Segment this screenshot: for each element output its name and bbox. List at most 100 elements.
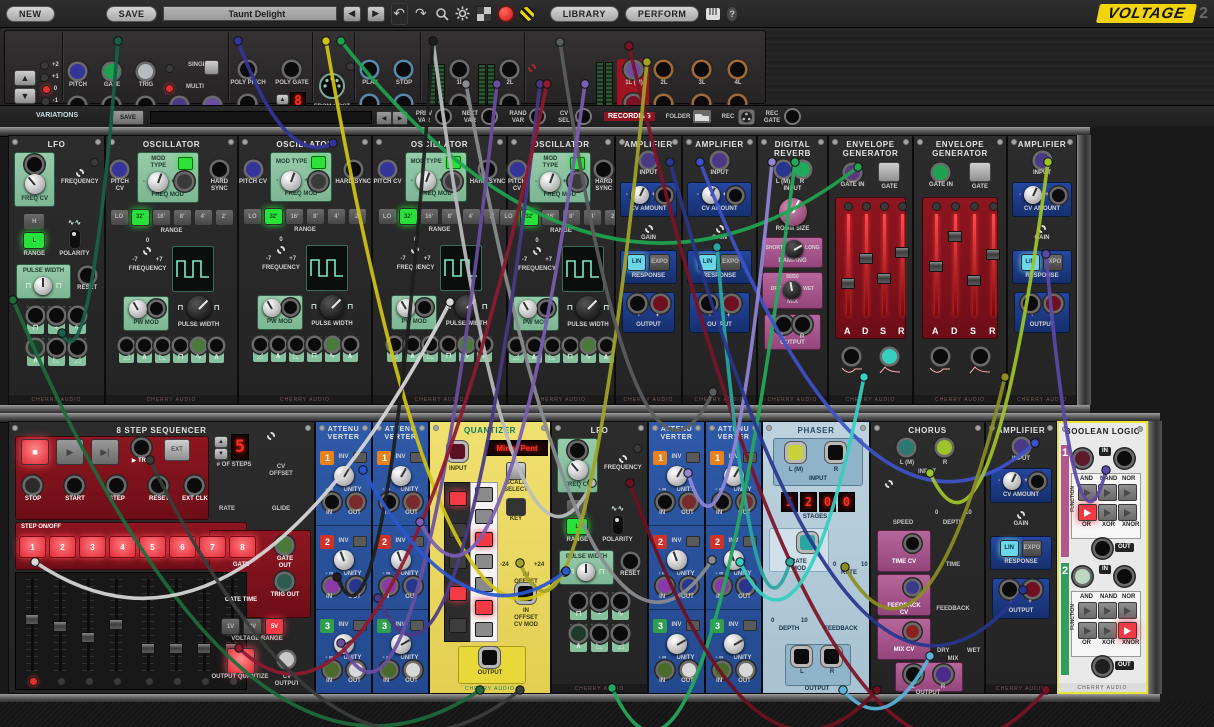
range-4-button[interactable]: 4' <box>327 208 346 225</box>
range-32-button[interactable]: 32' <box>131 209 150 226</box>
freq-mod-knob[interactable] <box>281 171 301 191</box>
damping-knob[interactable] <box>785 240 803 258</box>
prev-var-jack[interactable] <box>437 110 450 123</box>
pw-mod-knob[interactable] <box>263 299 281 317</box>
bool1-in-a-jack[interactable] <box>1075 451 1090 466</box>
seq-stop-button[interactable]: ■ <box>21 439 49 465</box>
range-l-button[interactable]: L <box>566 518 588 535</box>
key-button-asharp[interactable] <box>449 618 467 633</box>
gain-knob[interactable] <box>645 225 653 233</box>
frequency-knob[interactable] <box>411 246 419 254</box>
in-2l-jack[interactable] <box>502 62 517 77</box>
phaser-output-r-jack[interactable] <box>824 649 839 664</box>
patch-name-field[interactable]: Taunt Delight <box>163 6 336 21</box>
key-button[interactable] <box>506 498 526 516</box>
lin-button[interactable]: LIN <box>1000 540 1019 557</box>
range-lo-button[interactable]: LO <box>110 209 129 226</box>
frequency-knob[interactable] <box>76 169 84 177</box>
key-button-gsharp[interactable] <box>449 586 467 601</box>
range-4-button[interactable]: 4' <box>462 208 481 225</box>
key-button-fsharp[interactable] <box>449 554 467 569</box>
range-16-button[interactable]: 16' <box>285 208 304 225</box>
sine-out-jack[interactable]: ∿ <box>69 306 86 334</box>
triangle-out-jack[interactable]: ∧ <box>405 336 420 362</box>
key-button-b[interactable] <box>475 622 493 637</box>
att-in-jack[interactable] <box>715 579 729 593</box>
pitch-cv-jack[interactable] <box>510 162 525 177</box>
or-button[interactable] <box>1078 622 1097 639</box>
range-16-button[interactable]: 16' <box>152 209 171 226</box>
main-2l-jack[interactable] <box>656 62 671 77</box>
mix-cv-jack[interactable] <box>906 625 919 638</box>
zoom-icon[interactable] <box>434 4 449 24</box>
trig-jack[interactable] <box>138 64 153 79</box>
cv-amount-jack[interactable] <box>1052 189 1065 202</box>
rand-var-jack[interactable] <box>531 110 544 123</box>
main-4l-jack[interactable] <box>730 62 745 77</box>
sustain-slider[interactable] <box>968 214 980 316</box>
seq-slider-2[interactable] <box>54 579 66 671</box>
steps-down-button[interactable]: ▼ <box>214 448 228 460</box>
cv-amount-knob[interactable] <box>702 186 720 204</box>
gain-knob[interactable] <box>716 225 724 233</box>
random-out-jack[interactable]: ⌁ <box>48 306 65 334</box>
attenuverter-knob[interactable] <box>724 550 744 570</box>
amp-input-jack[interactable] <box>641 153 656 168</box>
attack-slider[interactable] <box>842 214 854 316</box>
freq-cv-jack[interactable] <box>27 157 42 172</box>
att-out-jack[interactable] <box>739 579 753 593</box>
sine-out-jack[interactable]: ∿ <box>581 337 596 363</box>
new-button[interactable]: NEW <box>6 6 55 22</box>
hard-sync-jack[interactable] <box>480 162 495 177</box>
step-button-6[interactable]: 6 <box>169 536 196 558</box>
pitch-jack[interactable] <box>70 64 85 79</box>
cv-amount-knob[interactable] <box>1003 472 1021 490</box>
oct-down-button[interactable]: ▼ <box>14 88 36 104</box>
att-out-jack[interactable] <box>406 495 420 509</box>
inv-button[interactable] <box>410 452 424 463</box>
pw-mod-jack[interactable] <box>418 301 431 314</box>
expo-button[interactable]: EXPO <box>649 254 670 271</box>
gate-in-jack[interactable] <box>845 165 860 180</box>
and-button[interactable] <box>1078 484 1097 501</box>
range-l-button[interactable]: L <box>23 232 45 249</box>
hard-sync-jack[interactable] <box>596 162 611 177</box>
range-2-button[interactable]: 2' <box>348 208 367 225</box>
sine-out-jack[interactable]: ∿ <box>191 337 206 363</box>
key-button-a[interactable] <box>475 600 493 615</box>
poly-pitch-jack[interactable] <box>240 62 255 77</box>
reverb-input-r-jack[interactable] <box>795 162 810 177</box>
pulse-out-jack[interactable]: ⊓ <box>441 336 456 362</box>
phaser-input-l-jack[interactable] <box>788 445 803 460</box>
scale-select-button[interactable] <box>506 462 526 480</box>
reverb-output-l-jack[interactable] <box>776 317 791 332</box>
chorus-input-r-jack[interactable] <box>937 440 952 455</box>
key-button-c[interactable] <box>475 487 493 502</box>
cv-amount-jack[interactable] <box>1031 475 1044 488</box>
att-in-jack[interactable] <box>325 579 339 593</box>
freq-mod-knob[interactable] <box>148 172 168 192</box>
att-in-jack[interactable] <box>325 495 339 509</box>
xnor-button[interactable] <box>1118 622 1137 639</box>
att-in-jack[interactable] <box>382 495 396 509</box>
inv-button[interactable] <box>743 536 757 547</box>
triangle-out-jack[interactable]: ∧ <box>527 337 542 363</box>
variation-name-field[interactable] <box>150 111 372 124</box>
range-lo-button[interactable]: LO <box>499 209 518 226</box>
range-lo-button[interactable]: LO <box>243 208 262 225</box>
freq-mod-jack[interactable] <box>445 174 460 189</box>
pitch-cv-jack[interactable] <box>380 162 395 177</box>
ramp-out-jack[interactable]: ◺ <box>423 336 438 362</box>
attenuverter-knob[interactable] <box>724 634 744 654</box>
att-out-jack[interactable] <box>682 495 696 509</box>
inv-button[interactable] <box>686 620 700 631</box>
range-h-button[interactable]: H <box>23 213 45 230</box>
mod-type-led-button[interactable] <box>311 156 326 169</box>
phaser-input-r-jack[interactable] <box>828 445 843 460</box>
cv-offset-knob[interactable] <box>267 432 275 440</box>
seq-slider-4[interactable] <box>110 579 122 671</box>
freq-mod-jack[interactable] <box>311 174 326 189</box>
pw-mod-knob[interactable] <box>519 300 537 318</box>
sine-out-jack[interactable]: ∿ <box>325 336 340 362</box>
saw-out-jack[interactable]: ◿ <box>387 336 402 362</box>
